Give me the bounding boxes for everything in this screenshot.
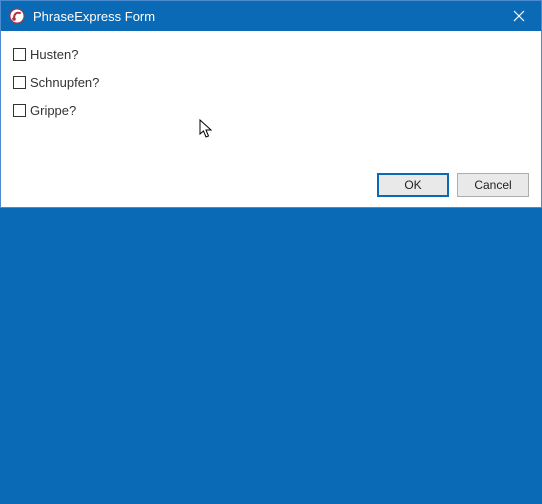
checkbox-schnupfen[interactable]: Schnupfen? (13, 73, 529, 91)
close-icon (513, 10, 525, 22)
window-title: PhraseExpress Form (33, 9, 496, 24)
checkbox-grippe[interactable]: Grippe? (13, 101, 529, 119)
dialog-window: PhraseExpress Form Husten? Schnupfen? Gr… (0, 0, 542, 208)
checkbox-box[interactable] (13, 104, 26, 117)
app-icon (7, 6, 27, 26)
checkbox-label: Grippe? (30, 104, 76, 117)
ok-button[interactable]: OK (377, 173, 449, 197)
cancel-button[interactable]: Cancel (457, 173, 529, 197)
spacer (13, 129, 529, 167)
checkbox-box[interactable] (13, 48, 26, 61)
close-button[interactable] (496, 1, 541, 31)
titlebar: PhraseExpress Form (1, 1, 541, 31)
checkbox-label: Husten? (30, 48, 78, 61)
button-row: OK Cancel (13, 167, 529, 197)
checkbox-label: Schnupfen? (30, 76, 99, 89)
checkbox-husten[interactable]: Husten? (13, 45, 529, 63)
dialog-body: Husten? Schnupfen? Grippe? OK Cancel (1, 31, 541, 207)
checkbox-box[interactable] (13, 76, 26, 89)
